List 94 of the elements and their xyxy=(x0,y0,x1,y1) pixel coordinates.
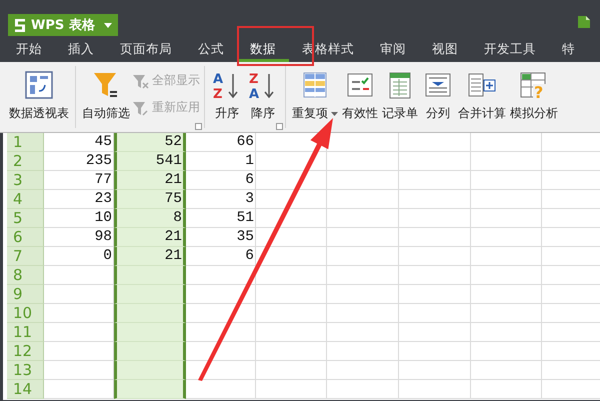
table-cell xyxy=(399,323,471,342)
table-cell xyxy=(399,152,471,171)
table-cell xyxy=(471,209,542,228)
ribbon-tab[interactable]: 审阅 xyxy=(367,38,419,62)
table-cell: 21 xyxy=(114,247,186,266)
table-cell: 3 xyxy=(186,190,256,209)
table-cell xyxy=(114,342,186,361)
table-cell xyxy=(399,190,471,209)
table-cell xyxy=(327,228,399,247)
table-cell xyxy=(471,285,542,304)
dialog-launcher-icon[interactable] xyxy=(276,123,283,130)
ribbon-tab[interactable]: 特 xyxy=(549,38,588,62)
table-cell xyxy=(114,361,186,380)
table-cell: 35 xyxy=(186,228,256,247)
table-cell xyxy=(471,152,542,171)
ribbon-tab[interactable]: 页面布局 xyxy=(107,38,185,62)
table-cell: 6 xyxy=(186,171,256,190)
table-cell xyxy=(327,171,399,190)
table-cell xyxy=(114,380,186,399)
table-cell xyxy=(471,228,542,247)
ribbon-button[interactable]: 数据透视表 xyxy=(7,66,71,128)
table-cell xyxy=(471,190,542,209)
table-cell xyxy=(399,247,471,266)
table-cell xyxy=(327,266,399,285)
dialog-launcher-icon[interactable] xyxy=(195,123,202,130)
ribbon-button[interactable]: 重复项 xyxy=(290,66,340,128)
table-cell xyxy=(327,152,399,171)
ribbon-tab[interactable]: 插入 xyxy=(55,38,107,62)
table-cell xyxy=(256,380,327,399)
table-cell: 52 xyxy=(114,133,186,152)
table-cell xyxy=(256,304,327,323)
ribbon-button[interactable]: Z A 降序 xyxy=(245,66,281,128)
document-icon xyxy=(576,14,592,30)
table-cell: 541 xyxy=(114,152,186,171)
ribbon-tab[interactable]: 开发工具 xyxy=(471,38,549,62)
table-cell xyxy=(399,380,471,399)
table-cell xyxy=(327,342,399,361)
table-cell xyxy=(327,285,399,304)
table-cell xyxy=(114,266,186,285)
ribbon-button[interactable]: 记录单 xyxy=(380,66,420,128)
table-cell xyxy=(399,266,471,285)
table-cell xyxy=(399,361,471,380)
ribbon-button[interactable]: 合并计算 xyxy=(456,66,508,128)
table-cell xyxy=(471,304,542,323)
table-cell xyxy=(186,380,256,399)
table-cell xyxy=(471,380,542,399)
table-cell xyxy=(114,285,186,304)
table-cell xyxy=(471,171,542,190)
table-cell: 66 xyxy=(186,133,256,152)
table-cell: 75 xyxy=(114,190,186,209)
table-cell xyxy=(399,209,471,228)
logo-icon xyxy=(14,18,26,32)
caret-icon xyxy=(331,112,338,116)
table-cell xyxy=(256,361,327,380)
table-cell xyxy=(327,190,399,209)
table-cell xyxy=(471,342,542,361)
ribbon-tab[interactable]: 公式 xyxy=(185,38,237,62)
ribbon-button[interactable]: A Z 升序 xyxy=(209,66,245,128)
table-cell xyxy=(327,304,399,323)
table-cell xyxy=(114,323,186,342)
ribbon-button[interactable]: ? 模拟分析 xyxy=(508,66,560,128)
table-cell xyxy=(471,323,542,342)
filter-icon xyxy=(132,100,149,116)
table-cell xyxy=(399,304,471,323)
table-cell xyxy=(327,380,399,399)
table-cell xyxy=(256,285,327,304)
table-cell xyxy=(471,361,542,380)
table-cell: 6 xyxy=(186,247,256,266)
ribbon-button[interactable]: 分列 xyxy=(420,66,456,128)
table-cell xyxy=(471,247,542,266)
caret-icon xyxy=(104,22,112,28)
ribbon-button[interactable]: 自动筛选 xyxy=(80,66,132,128)
pivot-table-icon xyxy=(23,70,55,100)
ribbon-tab[interactable]: 开始 xyxy=(3,38,55,62)
table-cell xyxy=(256,342,327,361)
ribbon-tab[interactable]: 视图 xyxy=(419,38,471,62)
table-cell xyxy=(327,323,399,342)
table-cell: 21 xyxy=(114,171,186,190)
table-cell: 51 xyxy=(186,209,256,228)
table-cell xyxy=(399,171,471,190)
ribbon-button[interactable]: 有效性 xyxy=(340,66,380,128)
table-cell: 21 xyxy=(114,228,186,247)
table-cell xyxy=(256,323,327,342)
table-cell: 8 xyxy=(114,209,186,228)
table-cell xyxy=(327,361,399,380)
table-cell xyxy=(114,304,186,323)
table-cell xyxy=(399,285,471,304)
table-cell xyxy=(327,247,399,266)
table-cell xyxy=(399,342,471,361)
table-cell xyxy=(399,228,471,247)
table-cell xyxy=(327,209,399,228)
table-cell xyxy=(471,266,542,285)
table-cell: 1 xyxy=(186,152,256,171)
filter-clear-icon xyxy=(132,72,149,88)
